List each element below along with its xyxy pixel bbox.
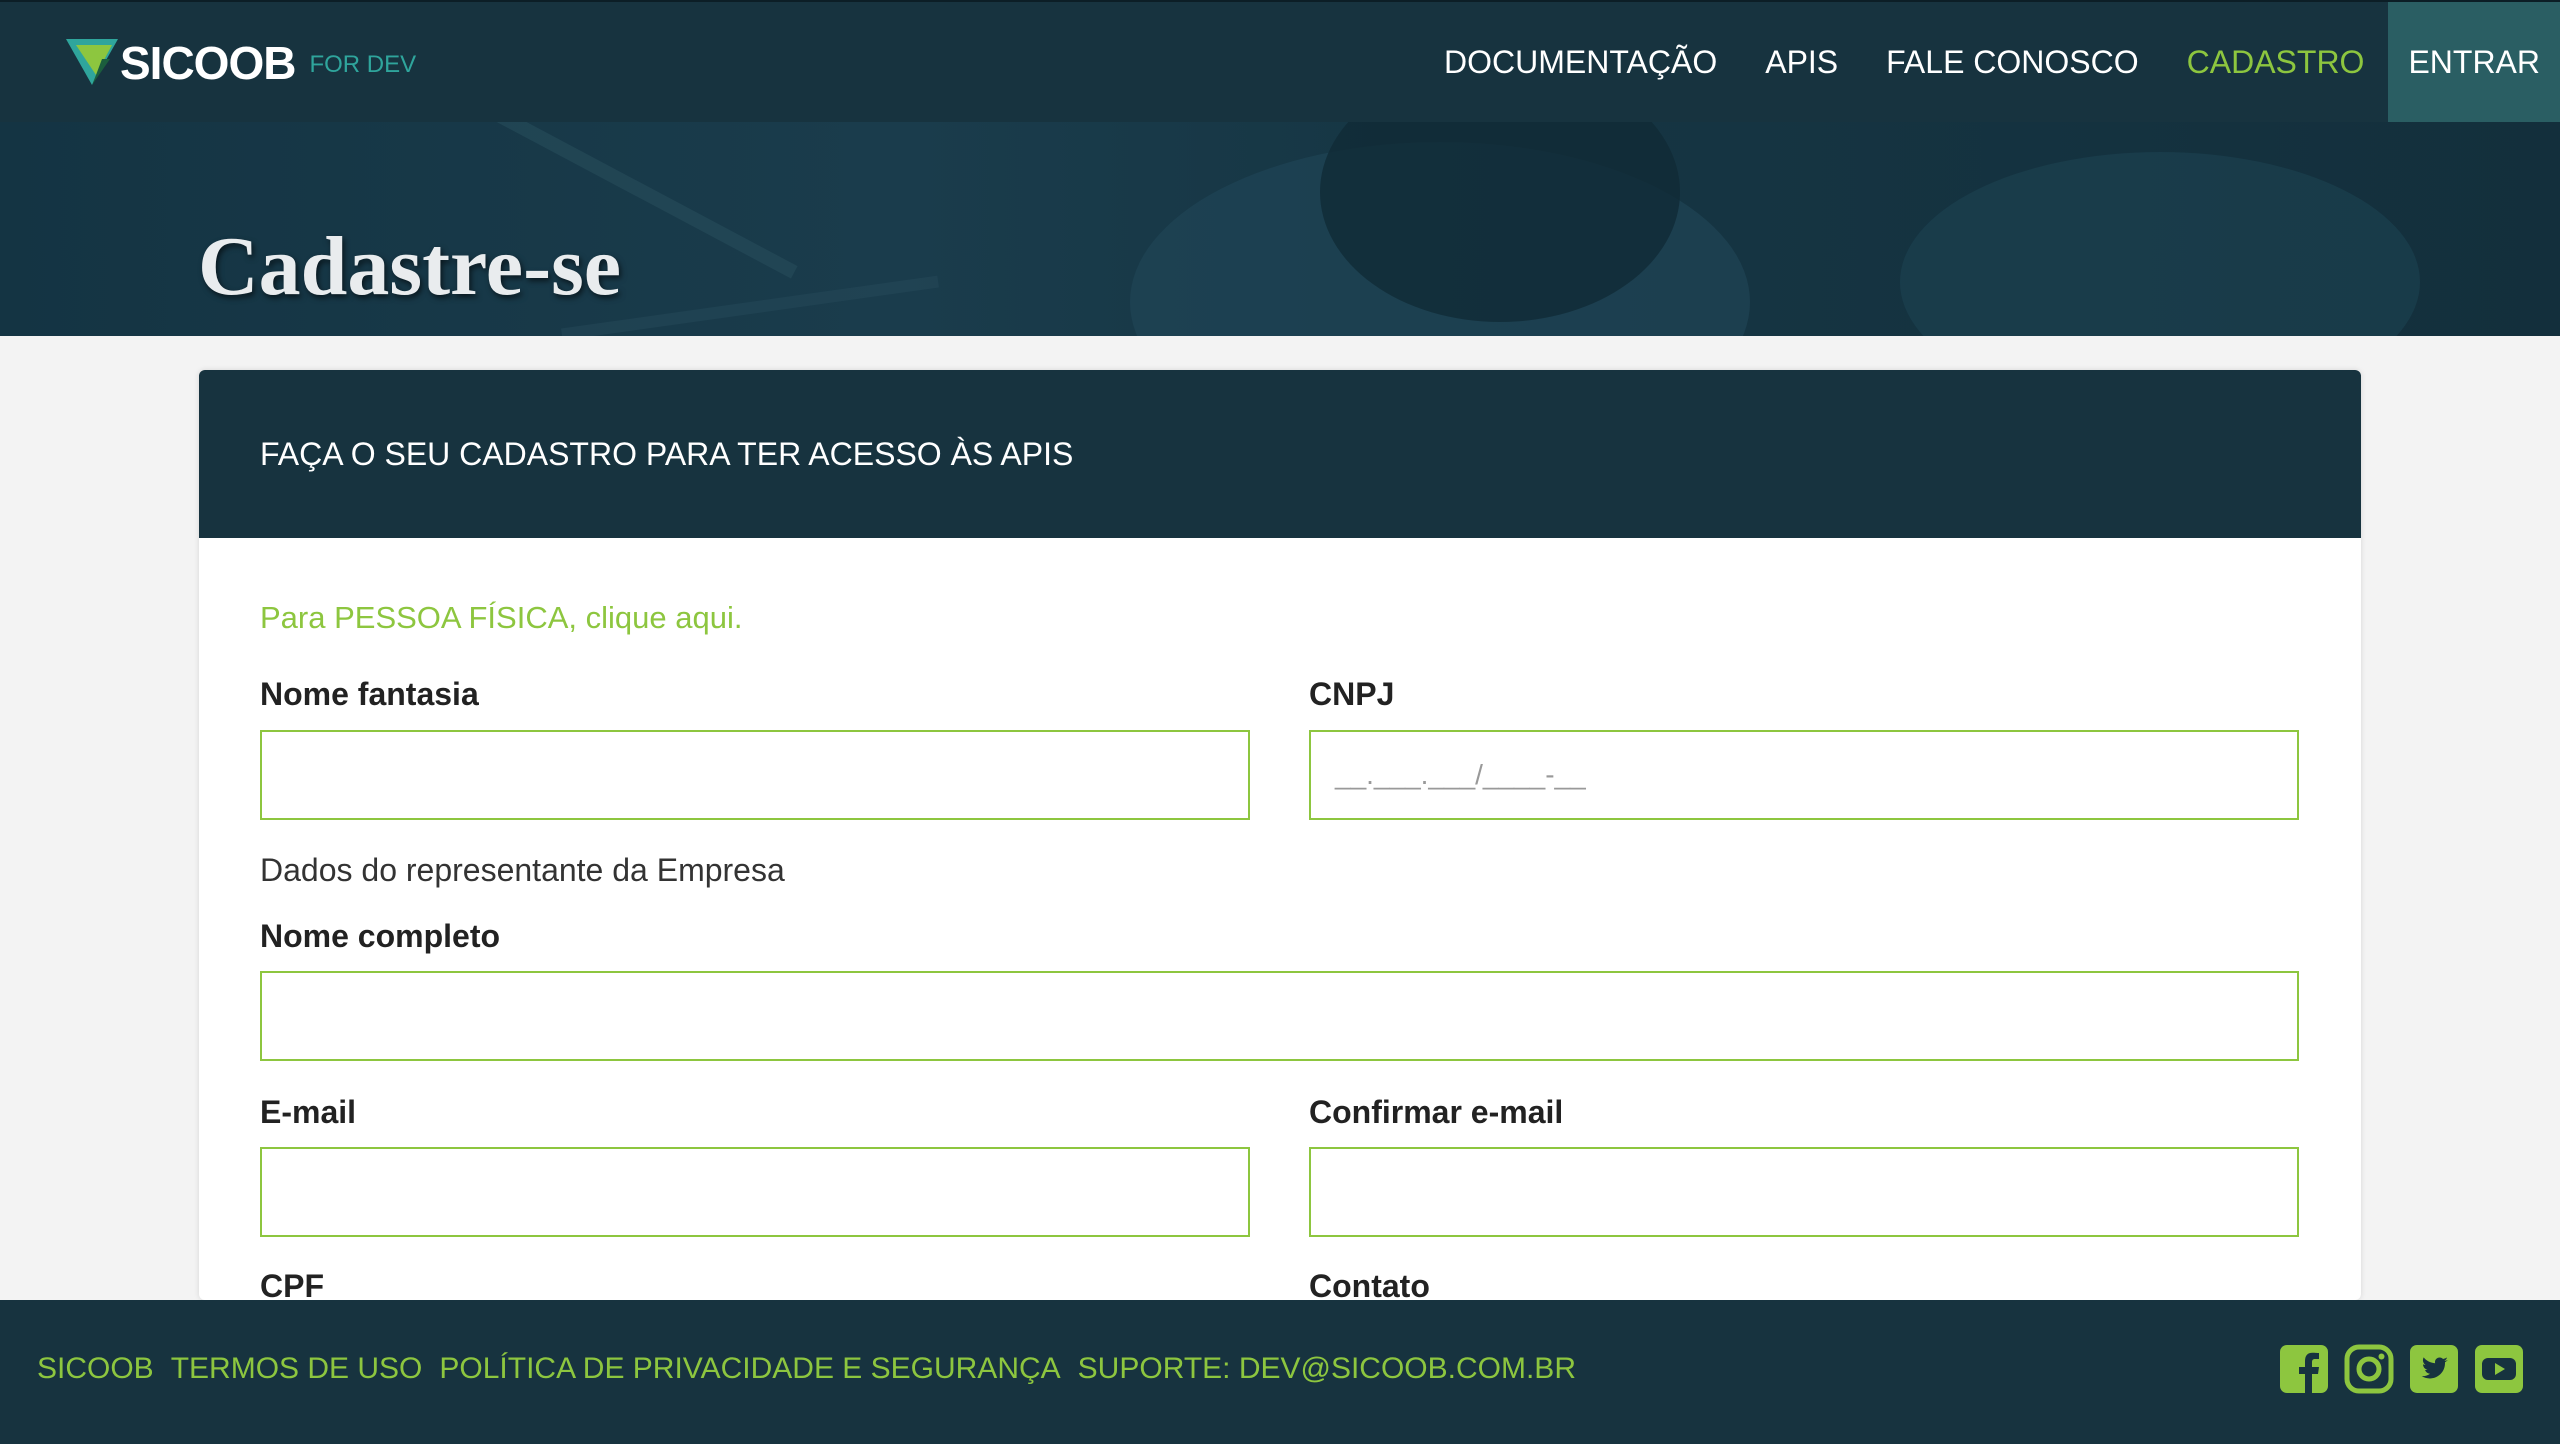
twitter-icon[interactable] <box>2409 1344 2459 1394</box>
social-links <box>2264 1344 2524 1394</box>
card-header: FAÇA O SEU CADASTRO PARA TER ACESSO ÀS A… <box>199 370 2361 538</box>
nav-fale-conosco[interactable]: FALE CONOSCO <box>1862 2 2163 122</box>
email-input[interactable] <box>260 1147 1250 1237</box>
nome-completo-input[interactable] <box>260 971 2299 1061</box>
nav-entrar[interactable]: ENTRAR <box>2388 2 2560 122</box>
brand-subtitle: FOR DEV <box>309 51 417 78</box>
brand-name: SICOOB <box>120 37 296 89</box>
page-title: Cadastre-se <box>198 220 622 313</box>
cpf-label: CPF <box>260 1268 324 1300</box>
footer-links: SICOOB TERMOS DE USO POLÍTICA DE PRIVACI… <box>37 1352 1593 1386</box>
nome-fantasia-input[interactable] <box>260 730 1250 820</box>
pessoa-fisica-link[interactable]: Para PESSOA FÍSICA, clique aqui. <box>260 600 742 636</box>
sicoob-logo-icon <box>66 39 118 85</box>
cnpj-label: CNPJ <box>1309 676 1395 712</box>
footer-link-privacidade[interactable]: POLÍTICA DE PRIVACIDADE E SEGURANÇA <box>439 1352 1060 1386</box>
nav-apis[interactable]: APIS <box>1741 2 1862 122</box>
registration-card: FAÇA O SEU CADASTRO PARA TER ACESSO ÀS A… <box>199 370 2361 1300</box>
footer-link-sicoob[interactable]: SICOOB <box>37 1352 154 1386</box>
sicoob-logo[interactable]: SICOOB FOR DEV <box>66 36 416 90</box>
top-navbar: SICOOB FOR DEV DOCUMENTAÇÃO APIS FALE CO… <box>0 0 2560 122</box>
hero-decoration <box>1900 152 2420 336</box>
footer-link-suporte[interactable]: SUPORTE: DEV@SICOOB.COM.BR <box>1078 1352 1576 1386</box>
hero-banner: Cadastre-se <box>0 122 2560 336</box>
footer-link-termos[interactable]: TERMOS DE USO <box>171 1352 423 1386</box>
cnpj-input[interactable]: __.___.___/____-__ <box>1309 730 2299 820</box>
main-nav: DOCUMENTAÇÃO APIS FALE CONOSCO CADASTRO … <box>1420 2 2560 122</box>
nav-cadastro[interactable]: CADASTRO <box>2163 2 2389 122</box>
confirmar-email-input[interactable] <box>1309 1147 2299 1237</box>
representante-heading: Dados do representante da Empresa <box>260 852 785 888</box>
nome-fantasia-label: Nome fantasia <box>260 676 479 712</box>
email-label: E-mail <box>260 1094 357 1130</box>
footer: SICOOB TERMOS DE USO POLÍTICA DE PRIVACI… <box>0 1300 2560 1444</box>
nav-documentacao[interactable]: DOCUMENTAÇÃO <box>1420 2 1741 122</box>
facebook-icon[interactable] <box>2279 1344 2329 1394</box>
confirmar-email-label: Confirmar e-mail <box>1309 1094 1564 1130</box>
youtube-icon[interactable] <box>2474 1344 2524 1394</box>
card-header-title: FAÇA O SEU CADASTRO PARA TER ACESSO ÀS A… <box>260 435 1074 472</box>
nome-completo-label: Nome completo <box>260 918 501 954</box>
instagram-icon[interactable] <box>2344 1344 2394 1394</box>
contato-label: Contato <box>1309 1268 1430 1300</box>
